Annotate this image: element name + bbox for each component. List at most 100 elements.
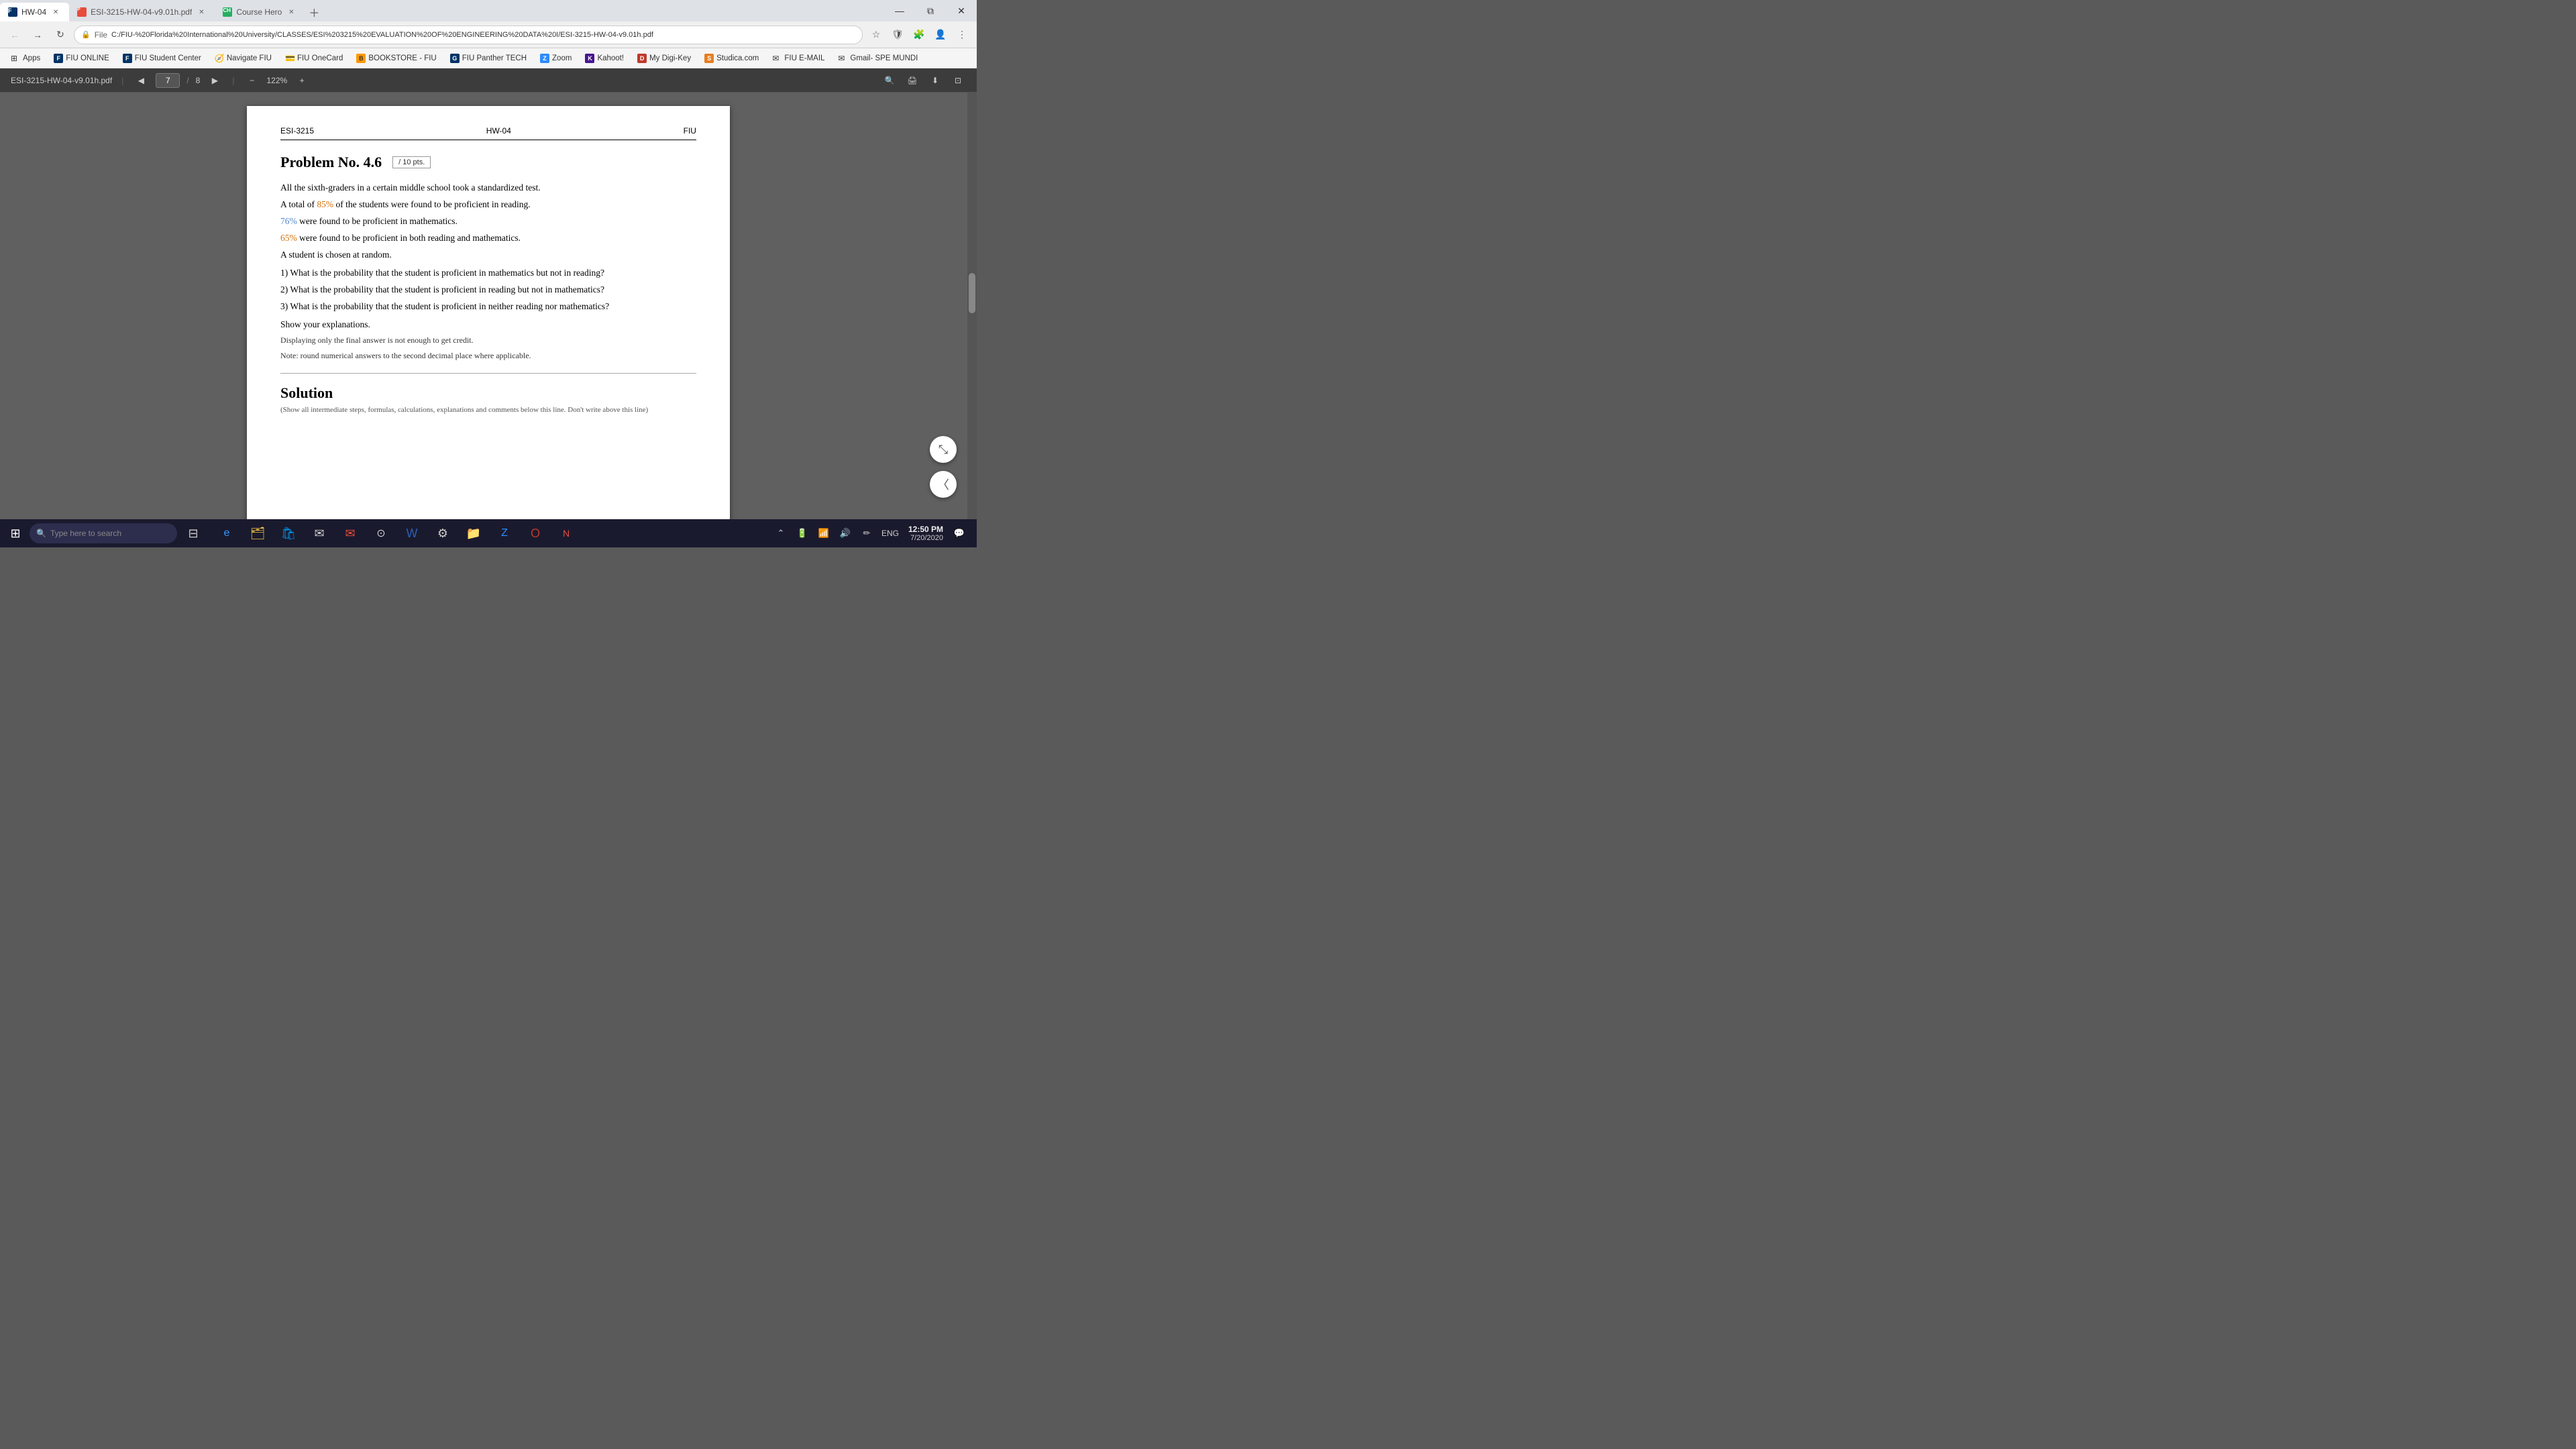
bookmark-bookstore[interactable]: B BOOKSTORE - FIU bbox=[351, 52, 441, 65]
extensions-button[interactable]: 🧩 bbox=[910, 25, 928, 44]
pdf-prev-page-button[interactable]: ◀ bbox=[133, 72, 149, 89]
taskbar: ⊞ 🔍 Type here to search ⊟ e 🗂 🛍 ✉ ✉ ⊙ W bbox=[0, 519, 977, 547]
pdf-page-input[interactable] bbox=[156, 73, 180, 88]
taskbar-date: 7/20/2020 bbox=[910, 534, 943, 542]
bookmark-navigate-fiu-label: Navigate FIU bbox=[227, 54, 272, 62]
bookmark-panther-tech[interactable]: G FIU Panther TECH bbox=[445, 52, 532, 65]
digi-key-icon: D bbox=[637, 54, 647, 63]
shield-icon[interactable]: 🛡 bbox=[888, 25, 907, 44]
refresh-button[interactable]: ↻ bbox=[51, 25, 70, 44]
taskbar-file2-button[interactable]: 📁 bbox=[459, 521, 488, 546]
tab3-close[interactable]: ✕ bbox=[286, 7, 297, 17]
pdf-search-button[interactable]: 🔍 bbox=[881, 72, 898, 89]
bookmark-navigate-fiu[interactable]: 🧭 Navigate FIU bbox=[209, 52, 277, 65]
question2: 2) What is the probability that the stud… bbox=[280, 282, 696, 298]
tab2-title: ESI-3215-HW-04-v9.01h.pdf bbox=[91, 7, 192, 17]
taskbar-outlook-button[interactable]: O bbox=[521, 521, 550, 546]
bookmark-onecard-label: FIU OneCard bbox=[297, 54, 343, 62]
tab1-title: HW-04 bbox=[21, 7, 46, 17]
fiu-online-icon: F bbox=[54, 54, 63, 63]
gmail-icon: ✉ bbox=[838, 54, 847, 63]
taskbar-mail-button[interactable]: ✉ bbox=[305, 521, 334, 546]
file-label: File bbox=[95, 30, 107, 40]
sync-button[interactable]: 👤 bbox=[931, 25, 950, 44]
question3: 3) What is the probability that the stud… bbox=[280, 299, 696, 315]
taskbar-search-icon: 🔍 bbox=[36, 529, 46, 538]
side-panel-button[interactable]: 〈 bbox=[930, 471, 957, 498]
tab-coursehero[interactable]: CH Course Hero ✕ bbox=[215, 3, 305, 21]
scroll-thumb[interactable] bbox=[969, 273, 975, 313]
task-view-button[interactable]: ⊟ bbox=[178, 521, 208, 546]
windows-logo-icon: ⊞ bbox=[10, 527, 20, 541]
bookmark-star-button[interactable]: ☆ bbox=[867, 25, 885, 44]
title-bar: F HW-04 ✕ P ESI-3215-HW-04-v9.01h.pdf ✕ … bbox=[0, 0, 977, 21]
tray-chevron-button[interactable]: ⌃ bbox=[771, 524, 790, 543]
tab1-close[interactable]: ✕ bbox=[50, 7, 61, 17]
taskbar-clock[interactable]: 12:50 PM 7/20/2020 bbox=[904, 525, 947, 542]
show-exp: Show your explanations. bbox=[280, 317, 696, 333]
pdf-print-button[interactable]: 🖨 bbox=[904, 72, 920, 89]
line1-group: A total of 85% of the students were foun… bbox=[280, 197, 696, 213]
restore-button[interactable]: ⧉ bbox=[915, 0, 946, 21]
taskbar-search-box[interactable]: 🔍 Type here to search bbox=[30, 523, 177, 543]
notification-button[interactable]: 💬 bbox=[950, 524, 969, 543]
url-text: C:/FIU-%20Florida%20International%20Univ… bbox=[111, 31, 855, 39]
bookmark-digi-key[interactable]: D My Digi-Key bbox=[632, 52, 696, 65]
bookmark-gmail[interactable]: ✉ Gmail- SPE MUNDI bbox=[833, 52, 923, 65]
taskbar-edge-button[interactable]: e bbox=[212, 521, 241, 546]
bookmark-fiu-email[interactable]: ✉ FIU E-MAIL bbox=[767, 52, 830, 65]
bookmark-digi-key-label: My Digi-Key bbox=[649, 54, 691, 62]
tab2-close[interactable]: ✕ bbox=[196, 7, 207, 17]
close-button[interactable]: ✕ bbox=[946, 0, 977, 21]
pdf-zoom-out-button[interactable]: − bbox=[244, 72, 260, 89]
edge-icon: e bbox=[224, 527, 230, 539]
taskbar-zoom-button[interactable]: Z bbox=[490, 521, 519, 546]
new-tab-button[interactable]: ＋ bbox=[305, 3, 323, 21]
system-tray: ⌃ 🔋 📶 🔊 ✏ ENG 12:50 PM 7/20/2020 💬 bbox=[771, 524, 974, 543]
note2: Note: round numerical answers to the sec… bbox=[280, 349, 696, 362]
pdf-download-button[interactable]: ⬇ bbox=[927, 72, 943, 89]
bookmark-fiu-email-label: FIU E-MAIL bbox=[784, 54, 824, 62]
taskbar-napp-button[interactable]: N bbox=[551, 521, 581, 546]
bookmark-panther-tech-label: FIU Panther TECH bbox=[462, 54, 527, 62]
minimize-button[interactable]: — bbox=[884, 0, 915, 21]
bookmark-studica[interactable]: S Studica.com bbox=[699, 52, 764, 65]
volume-icon: 🔊 bbox=[836, 524, 855, 543]
bookmark-fiu-online[interactable]: F FIU ONLINE bbox=[48, 52, 115, 65]
tab3-title: Course Hero bbox=[236, 7, 282, 17]
pdf-header-center: HW-04 bbox=[486, 126, 511, 136]
bookmark-kahoot[interactable]: K Kahoot! bbox=[580, 52, 629, 65]
forward-button[interactable]: → bbox=[28, 25, 47, 44]
tab-hw04[interactable]: F HW-04 ✕ bbox=[0, 3, 69, 21]
pdf-filename-label: ESI-3215-HW-04-v9.01h.pdf bbox=[11, 76, 112, 85]
expand-button[interactable]: ⤡ bbox=[930, 436, 957, 463]
address-bar[interactable]: 🔒 File C:/FIU-%20Florida%20International… bbox=[74, 25, 863, 44]
taskbar-word-button[interactable]: W bbox=[397, 521, 427, 546]
taskbar-explorer-button[interactable]: 🗂 bbox=[243, 521, 272, 546]
tab-pdf[interactable]: P ESI-3215-HW-04-v9.01h.pdf ✕ bbox=[69, 3, 215, 21]
pdf-zoom-in-button[interactable]: + bbox=[294, 72, 310, 89]
bookmark-fiu-student-center[interactable]: F FIU Student Center bbox=[117, 52, 207, 65]
pdf-fit-page-button[interactable]: ⊡ bbox=[950, 72, 966, 89]
scroll-indicator[interactable] bbox=[967, 93, 977, 543]
chrome-icon: ⊙ bbox=[376, 527, 385, 540]
settings-icon: ⚙ bbox=[437, 527, 448, 541]
start-button[interactable]: ⊞ bbox=[3, 521, 28, 546]
taskbar-store-button[interactable]: 🛍 bbox=[274, 521, 303, 546]
pct3: 65% bbox=[280, 233, 297, 243]
bookmark-apps[interactable]: ⊞ Apps bbox=[5, 52, 46, 65]
taskbar-settings-button[interactable]: ⚙ bbox=[428, 521, 458, 546]
pdf-page-separator: / bbox=[186, 76, 189, 85]
tab2-favicon: P bbox=[77, 7, 87, 17]
panther-tech-icon: G bbox=[450, 54, 460, 63]
bookmark-onecard[interactable]: 💳 FIU OneCard bbox=[280, 52, 348, 65]
taskbar-chrome-button[interactable]: ⊙ bbox=[366, 521, 396, 546]
section-divider bbox=[280, 373, 696, 374]
pdf-next-page-button[interactable]: ▶ bbox=[207, 72, 223, 89]
line2-group: 76% were found to be proficient in mathe… bbox=[280, 214, 696, 229]
bookmark-zoom[interactable]: Z Zoom bbox=[535, 52, 577, 65]
taskbar-mail2-button[interactable]: ✉ bbox=[335, 521, 365, 546]
more-button[interactable]: ⋮ bbox=[953, 25, 971, 44]
back-button[interactable]: ← bbox=[5, 25, 24, 44]
note1: Displaying only the final answer is not … bbox=[280, 333, 696, 347]
